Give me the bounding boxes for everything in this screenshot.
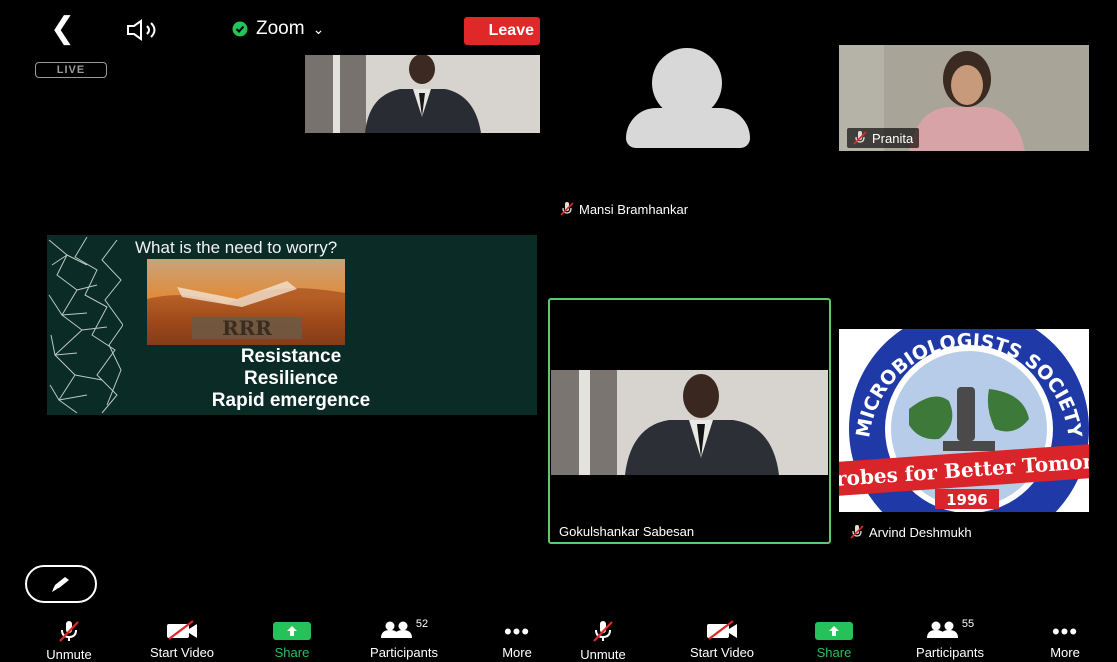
shield-check-icon [232, 21, 248, 37]
annotate-button[interactable] [25, 565, 97, 603]
share-button[interactable]: Share [266, 620, 318, 660]
start-video-button[interactable]: Start Video [674, 620, 770, 660]
chevron-down-icon: ⌄ [312, 20, 325, 37]
more-dots-icon: ••• [1051, 619, 1079, 644]
participant-name-tag: Pranita [847, 128, 920, 148]
participant-video-pranita[interactable]: Pranita [839, 45, 1089, 151]
meeting-title-dropdown[interactable]: Zoom ⌄ [232, 14, 324, 44]
participants-count: 52 [415, 618, 429, 630]
share-arrow-icon [815, 622, 853, 640]
unmute-button[interactable]: Unmute [572, 620, 634, 662]
video-off-icon [707, 620, 737, 640]
slide-title: What is the need to worry? [135, 238, 338, 257]
unmute-button[interactable]: Unmute [38, 620, 100, 662]
slide-line-3: Rapid emergence [211, 390, 371, 411]
avatar-placeholder-body [626, 108, 750, 148]
mic-muted-icon [560, 202, 574, 216]
participants-button[interactable]: 55 Participants [900, 618, 1000, 660]
pencil-icon [52, 577, 69, 592]
participant-name-tag: Mansi Bramhankar [560, 201, 688, 217]
more-dots-icon: ••• [503, 619, 531, 644]
share-button[interactable]: Share [808, 620, 860, 660]
participants-icon [926, 621, 958, 638]
participant-logo-arvind[interactable]: MICROBIOLOGISTS SOCIETY Microbes for Bet… [839, 329, 1089, 512]
speaker-video-thumbnail[interactable] [305, 55, 540, 133]
speaker-icon[interactable] [125, 18, 165, 42]
participant-video-gokulshankar [551, 370, 828, 475]
slide-line-1: Resistance [240, 346, 342, 367]
slide-movie-poster-image: RRR [147, 259, 345, 345]
person-silhouette [365, 55, 481, 133]
mic-muted-icon [593, 621, 613, 642]
shared-slide: What is the need to worry? RRR Resistanc… [47, 235, 537, 415]
participant-name-tag: Arvind Deshmukh [850, 524, 972, 540]
society-logo-image: MICROBIOLOGISTS SOCIETY Microbes for Bet… [839, 329, 1089, 512]
more-button[interactable]: ••• More [492, 619, 542, 661]
person-silhouette [625, 374, 779, 475]
slide-line-2: Resilience [244, 368, 338, 389]
more-button[interactable]: ••• More [1040, 619, 1090, 661]
meeting-name: Zoom [256, 18, 305, 39]
start-video-button[interactable]: Start Video [134, 620, 230, 660]
participants-icon [380, 621, 412, 638]
participant-name-tag: Gokulshankar Sabesan [559, 524, 695, 539]
share-arrow-icon [273, 622, 311, 640]
leave-button[interactable]: Leave [464, 17, 540, 45]
live-badge: LIVE [35, 62, 107, 78]
mic-muted-icon [59, 621, 79, 642]
participants-button[interactable]: 52 Participants [356, 618, 452, 660]
back-chevron-icon[interactable]: ❮ [50, 14, 75, 44]
mic-muted-icon [850, 525, 864, 539]
decorative-crack-pattern [48, 236, 123, 414]
participants-count: 55 [961, 618, 975, 630]
svg-text:RRR: RRR [222, 316, 272, 340]
video-off-icon [167, 620, 197, 640]
svg-text:1996: 1996 [946, 491, 988, 509]
mic-muted-icon [853, 131, 867, 145]
